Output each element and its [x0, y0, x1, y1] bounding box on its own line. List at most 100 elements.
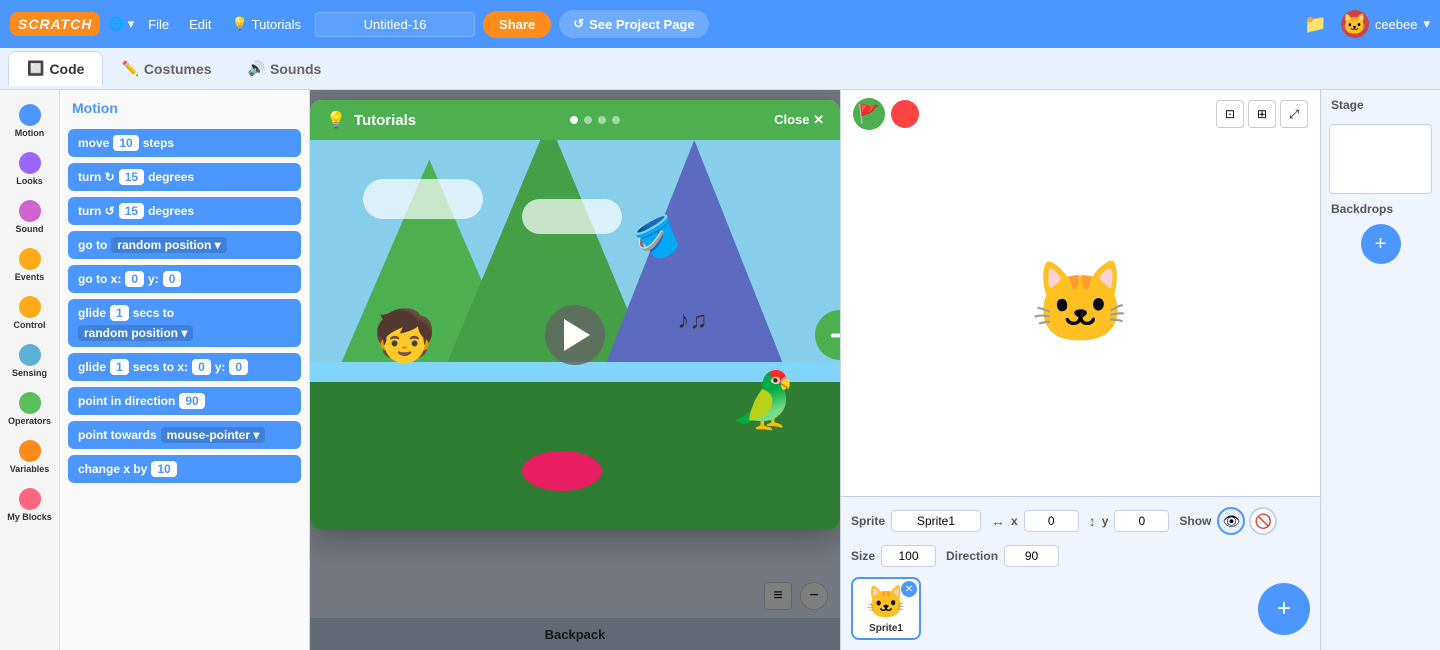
y-label: y: [1102, 514, 1109, 528]
sidebar-item-myblocks[interactable]: My Blocks: [2, 482, 58, 528]
sprite-name-input[interactable]: [891, 510, 981, 532]
share-button[interactable]: Share: [483, 11, 551, 38]
tutorials-menu[interactable]: 💡 Tutorials: [225, 16, 307, 32]
tab-code[interactable]: 🔲 Code: [8, 51, 103, 86]
edit-menu[interactable]: Edit: [183, 17, 217, 32]
tutorial-dot-2[interactable]: [598, 116, 606, 124]
scene-character: 🧒: [374, 307, 436, 366]
sprite-thumb-sprite1[interactable]: ✕ 🐱 Sprite1: [851, 577, 921, 640]
variables-dot: [19, 440, 41, 462]
events-dot: [19, 248, 41, 270]
stage-view-buttons: ⊡ ⊞ ⤢: [1216, 100, 1308, 128]
block-glide-random[interactable]: glide 1 secs to random position ▾: [68, 299, 301, 347]
sprite-thumb-label: Sprite1: [869, 623, 903, 634]
stage-right-section: Stage Backdrops +: [1320, 90, 1440, 650]
play-triangle-icon: [564, 319, 590, 351]
sprite-delete-button[interactable]: ✕: [901, 581, 917, 597]
sensing-dot: [19, 344, 41, 366]
tutorial-header: 💡 Tutorials Close ✕: [310, 100, 840, 140]
show-visible-button[interactable]: 👁: [1217, 507, 1245, 535]
language-selector[interactable]: 🌐 ▾: [108, 16, 134, 32]
scratch-logo[interactable]: SCRATCH: [10, 12, 100, 36]
tutorial-play-button[interactable]: [545, 305, 605, 365]
file-menu[interactable]: File: [142, 17, 175, 32]
block-turn-cw[interactable]: turn ↻ 15 degrees: [68, 163, 301, 191]
block-categories: Motion Looks Sound Events Control Sensin…: [0, 90, 60, 650]
tutorial-dot-0[interactable]: [570, 116, 578, 124]
sidebar-item-sensing[interactable]: Sensing: [2, 338, 58, 384]
portfolio-icon-button[interactable]: 📁: [1298, 14, 1332, 35]
main-area: Motion Looks Sound Events Control Sensin…: [0, 90, 1440, 650]
add-sprite-button[interactable]: +: [1258, 583, 1310, 635]
sprite-name-group: Sprite: [851, 510, 981, 532]
sidebar-item-control[interactable]: Control: [2, 290, 58, 336]
user-menu[interactable]: 🐱 ceebee ▾: [1341, 10, 1430, 38]
green-flag-button[interactable]: 🚩: [853, 98, 885, 130]
myblocks-dot: [19, 488, 41, 510]
direction-label: Direction: [946, 549, 998, 563]
operators-dot: [19, 392, 41, 414]
block-move[interactable]: move 10 steps: [68, 129, 301, 157]
stage-run-controls: 🚩: [853, 98, 919, 130]
tutorial-close-button[interactable]: Close ✕: [774, 112, 824, 128]
sprite-size-input[interactable]: [881, 545, 936, 567]
block-point-direction[interactable]: point in direction 90: [68, 387, 301, 415]
sidebar-item-sound[interactable]: Sound: [2, 194, 58, 240]
tutorial-overlay: 💡 Tutorials Close ✕: [310, 90, 840, 650]
backdrops-label: Backdrops: [1321, 198, 1440, 220]
see-project-button[interactable]: ↺ See Project Page: [559, 10, 708, 38]
tutorial-dot-3[interactable]: [612, 116, 620, 124]
block-goto-random[interactable]: go to random position ▾: [68, 231, 301, 259]
sidebar-item-motion[interactable]: Motion: [2, 98, 58, 144]
sprite-x-input[interactable]: [1024, 510, 1079, 532]
user-dropdown-icon: ▾: [1423, 16, 1430, 32]
tutorial-lightbulb-icon: 💡: [326, 110, 346, 130]
control-dot: [19, 296, 41, 318]
scene-bird: 🦜: [729, 368, 797, 433]
fullscreen-button[interactable]: ⤢: [1280, 100, 1308, 128]
sidebar-item-operators[interactable]: Operators: [2, 386, 58, 432]
sprite-direction-group: Direction: [946, 545, 1059, 567]
block-turn-ccw[interactable]: turn ↺ 15 degrees: [68, 197, 301, 225]
tab-sounds[interactable]: 🔊 Sounds: [230, 52, 340, 85]
tabs-row: 🔲 Code ✏️ Costumes 🔊 Sounds: [0, 48, 1440, 90]
block-goto-xy[interactable]: go to x: 0 y: 0: [68, 265, 301, 293]
looks-dot: [19, 152, 41, 174]
blocks-panel-title: Motion: [68, 100, 301, 116]
tutorial-content[interactable]: 🧒 🦜 🪣 ♪♫ ➜: [310, 140, 840, 530]
normal-stage-button[interactable]: ⊞: [1248, 100, 1276, 128]
tab-costumes[interactable]: ✏️ Costumes: [103, 52, 229, 85]
block-change-x[interactable]: change x by 10: [68, 455, 301, 483]
small-stage-button[interactable]: ⊡: [1216, 100, 1244, 128]
sprite-thumb-image: 🐱: [866, 583, 906, 621]
motion-dot: [19, 104, 41, 126]
scene-cloud-1: [363, 179, 483, 219]
sprite-size-group: Size: [851, 545, 936, 567]
tutorial-dot-1[interactable]: [584, 116, 592, 124]
add-backdrop-button[interactable]: +: [1361, 224, 1401, 264]
sidebar-item-looks[interactable]: Looks: [2, 146, 58, 192]
x-label: x: [1011, 514, 1018, 528]
scene-cloud-2: [522, 199, 622, 234]
block-point-towards[interactable]: point towards mouse-pointer ▾: [68, 421, 301, 449]
stop-button[interactable]: [891, 100, 919, 128]
add-sprite-icon: +: [1277, 595, 1291, 623]
show-label: Show: [1179, 514, 1211, 528]
tutorial-title-area: 💡 Tutorials: [326, 110, 416, 130]
blocks-panel: Motion move 10 steps turn ↻ 15 degrees t…: [60, 90, 310, 650]
show-hidden-button[interactable]: 🚫: [1249, 507, 1277, 535]
scene-paint-blob: [522, 451, 602, 491]
sprite-y-input[interactable]: [1114, 510, 1169, 532]
scene-music-notes: ♪♫: [678, 307, 708, 335]
sprite-info-row: Sprite ↔ x ↕ y Show 👁 🚫: [851, 507, 1310, 567]
sounds-tab-icon: 🔊: [248, 60, 265, 77]
sidebar-item-variables[interactable]: Variables: [2, 434, 58, 480]
right-panel: 🚩 ⊡ ⊞ ⤢ 🐱 Sprite ↔: [840, 90, 1320, 650]
x-arrow-icon: ↔: [991, 513, 1005, 529]
sidebar-item-events[interactable]: Events: [2, 242, 58, 288]
stage-mini-preview[interactable]: [1329, 124, 1432, 194]
project-title-input[interactable]: [315, 12, 475, 37]
sprite-direction-input[interactable]: [1004, 545, 1059, 567]
block-glide-xy[interactable]: glide 1 secs to x: 0 y: 0: [68, 353, 301, 381]
top-navigation: SCRATCH 🌐 ▾ File Edit 💡 Tutorials Share …: [0, 0, 1440, 48]
